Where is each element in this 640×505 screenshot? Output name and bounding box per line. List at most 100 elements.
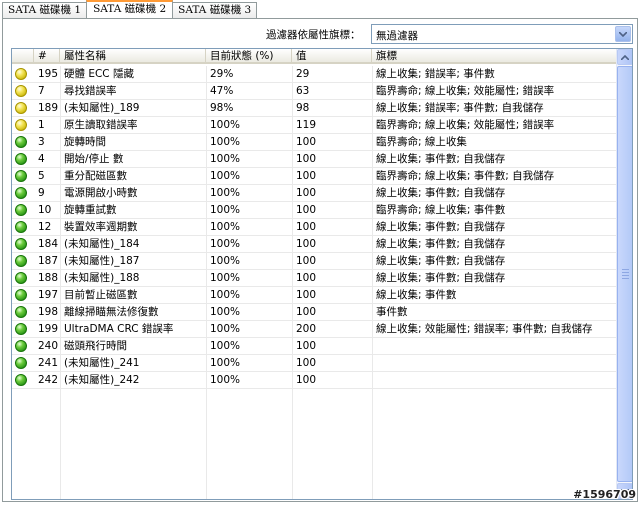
attribute-value: 100 bbox=[296, 374, 317, 386]
table-row[interactable]: 199 UltraDMA CRC 錯誤率 100% 200 線上收集; 效能屬性; 錯誤… bbox=[12, 321, 617, 338]
table-row[interactable]: 5 重分配磁區數 100% 100 臨界壽命; 線上收集; 事件數; 自我儲存 bbox=[12, 168, 617, 185]
status-cell bbox=[12, 185, 34, 201]
tab-sata-drive-3[interactable]: SATA 磁碟機 3 bbox=[172, 2, 258, 18]
table-row[interactable]: 3 旋轉時間 100% 100 臨界壽命; 線上收集 bbox=[12, 134, 617, 151]
status-green-icon bbox=[15, 204, 27, 216]
status-cell bbox=[12, 355, 34, 371]
chevron-up-icon bbox=[621, 54, 629, 60]
status-cell bbox=[12, 219, 34, 235]
attribute-current: 100% bbox=[210, 204, 241, 216]
attribute-name: 硬體 ECC 隱藏 bbox=[64, 68, 134, 80]
attribute-flags: 臨界壽命; 線上收集; 事件數 bbox=[376, 204, 506, 216]
attribute-name: 重分配磁區數 bbox=[64, 170, 127, 182]
attribute-flags bbox=[372, 372, 617, 388]
attribute-id: 3 bbox=[38, 136, 45, 148]
attribute-id: 198 bbox=[38, 306, 59, 318]
attribute-name: 電源開啟小時數 bbox=[64, 187, 138, 199]
table-row[interactable]: 197 目前暫止磁區數 100% 100 線上收集; 事件數 bbox=[12, 287, 617, 304]
attribute-flags: 臨界壽命; 線上收集; 效能屬性; 錯誤率 bbox=[376, 85, 555, 97]
status-yellow-icon bbox=[15, 68, 27, 80]
attribute-current: 100% bbox=[210, 187, 241, 199]
attribute-current: 100% bbox=[210, 289, 241, 301]
vertical-scrollbar[interactable] bbox=[616, 49, 632, 499]
table-row[interactable]: 184 (未知屬性)_184 100% 100 線上收集; 事件數; 自我儲存 bbox=[12, 236, 617, 253]
attribute-flags: 事件數 bbox=[376, 306, 408, 318]
attribute-name: (未知屬性)_184 bbox=[64, 238, 140, 250]
attribute-name: (未知屬性)_242 bbox=[64, 374, 140, 386]
attribute-id: 10 bbox=[38, 204, 52, 216]
table-row[interactable]: 198 離線掃瞄無法修復數 100% 100 事件數 bbox=[12, 304, 617, 321]
tab-strip: SATA 磁碟機 1 SATA 磁碟機 2 SATA 磁碟機 3 bbox=[2, 0, 258, 18]
column-header-flags[interactable]: 旗標 bbox=[372, 49, 617, 64]
attribute-id: 184 bbox=[38, 238, 59, 250]
attribute-name: 裝置效率週期數 bbox=[64, 221, 138, 233]
status-green-icon bbox=[15, 238, 27, 250]
table-row[interactable]: 195 硬體 ECC 隱藏 29% 29 線上收集; 錯誤率; 事件數 bbox=[12, 66, 617, 83]
attribute-name: 原生讀取錯誤率 bbox=[64, 119, 138, 131]
status-cell bbox=[12, 287, 34, 303]
attribute-name: 旋轉時間 bbox=[64, 136, 106, 148]
attribute-id: 9 bbox=[38, 187, 45, 199]
scroll-up-button[interactable] bbox=[617, 49, 632, 65]
attribute-id: 241 bbox=[38, 357, 59, 369]
tab-sata-drive-1[interactable]: SATA 磁碟機 1 bbox=[2, 2, 88, 18]
smart-attribute-list[interactable]: # 屬性名稱 目前狀態 (%) 值 旗標 195 硬體 ECC 隱藏 29% 29 線上… bbox=[11, 48, 633, 500]
status-cell bbox=[12, 134, 34, 150]
attribute-flags: 線上收集; 事件數 bbox=[376, 289, 457, 301]
attribute-value: 100 bbox=[296, 136, 317, 148]
status-cell bbox=[12, 202, 34, 218]
table-row[interactable]: 1 原生讀取錯誤率 100% 119 臨界壽命; 線上收集; 效能屬性; 錯誤率 bbox=[12, 117, 617, 134]
attribute-value: 100 bbox=[296, 357, 317, 369]
attribute-value: 100 bbox=[296, 170, 317, 182]
attribute-value: 98 bbox=[296, 102, 310, 114]
table-row[interactable]: 187 (未知屬性)_187 100% 100 線上收集; 事件數; 自我儲存 bbox=[12, 253, 617, 270]
status-cell bbox=[12, 236, 34, 252]
attribute-value: 29 bbox=[296, 68, 310, 80]
column-header-name[interactable]: 屬性名稱 bbox=[60, 49, 206, 64]
status-cell bbox=[12, 304, 34, 320]
table-row[interactable]: 240 磁頭飛行時間 100% 100 bbox=[12, 338, 617, 355]
attribute-flags: 線上收集; 事件數; 自我儲存 bbox=[376, 272, 506, 284]
attribute-current: 100% bbox=[210, 136, 241, 148]
status-green-icon bbox=[15, 170, 27, 182]
attribute-current: 100% bbox=[210, 170, 241, 182]
attribute-value: 100 bbox=[296, 340, 317, 352]
attribute-name: 開始/停止 數 bbox=[64, 153, 124, 165]
status-cell bbox=[12, 253, 34, 269]
attribute-current: 100% bbox=[210, 323, 241, 335]
attribute-id: 189 bbox=[38, 102, 59, 114]
status-cell bbox=[12, 117, 34, 133]
table-row[interactable]: 9 電源開啟小時數 100% 100 線上收集; 事件數; 自我儲存 bbox=[12, 185, 617, 202]
status-green-icon bbox=[15, 323, 27, 335]
column-header-id[interactable]: # bbox=[34, 49, 60, 64]
attribute-current: 100% bbox=[210, 306, 241, 318]
watermark: #1596709 bbox=[573, 488, 636, 501]
filter-dropdown[interactable]: 無過濾器 bbox=[371, 24, 633, 44]
table-row[interactable]: 7 尋找錯誤率 47% 63 臨界壽命; 線上收集; 效能屬性; 錯誤率 bbox=[12, 83, 617, 100]
attribute-id: 240 bbox=[38, 340, 59, 352]
column-header-status[interactable] bbox=[12, 49, 34, 64]
attribute-flags: 線上收集; 事件數; 自我儲存 bbox=[376, 255, 506, 267]
table-row[interactable]: 242 (未知屬性)_242 100% 100 bbox=[12, 372, 617, 389]
chevron-down-icon[interactable] bbox=[615, 26, 631, 42]
attribute-flags: 線上收集; 效能屬性; 錯誤率; 事件數; 自我儲存 bbox=[376, 323, 593, 335]
tab-sata-drive-2[interactable]: SATA 磁碟機 2 bbox=[86, 0, 174, 18]
status-green-icon bbox=[15, 221, 27, 233]
tab-panel: 過濾器依屬性旗標： 無過濾器 # 屬性名稱 目前狀態 (%) 值 旗標 195 硬… bbox=[2, 18, 638, 502]
attribute-flags bbox=[372, 338, 617, 354]
attribute-value: 100 bbox=[296, 153, 317, 165]
status-cell bbox=[12, 321, 34, 337]
attribute-current: 100% bbox=[210, 238, 241, 250]
table-row[interactable]: 188 (未知屬性)_188 100% 100 線上收集; 事件數; 自我儲存 bbox=[12, 270, 617, 287]
table-row[interactable]: 12 裝置效率週期數 100% 100 線上收集; 事件數; 自我儲存 bbox=[12, 219, 617, 236]
table-row[interactable]: 189 (未知屬性)_189 98% 98 線上收集; 錯誤率; 事件數; 自我儲存 bbox=[12, 100, 617, 117]
filter-label: 過濾器依屬性旗標： bbox=[266, 29, 361, 41]
attribute-current: 47% bbox=[210, 85, 234, 97]
attribute-current: 100% bbox=[210, 272, 241, 284]
scroll-thumb[interactable] bbox=[617, 66, 632, 482]
column-header-current[interactable]: 目前狀態 (%) bbox=[206, 49, 292, 64]
table-row[interactable]: 10 旋轉重試數 100% 100 臨界壽命; 線上收集; 事件數 bbox=[12, 202, 617, 219]
table-row[interactable]: 241 (未知屬性)_241 100% 100 bbox=[12, 355, 617, 372]
column-header-value[interactable]: 值 bbox=[292, 49, 372, 64]
table-row[interactable]: 4 開始/停止 數 100% 100 線上收集; 事件數; 自我儲存 bbox=[12, 151, 617, 168]
